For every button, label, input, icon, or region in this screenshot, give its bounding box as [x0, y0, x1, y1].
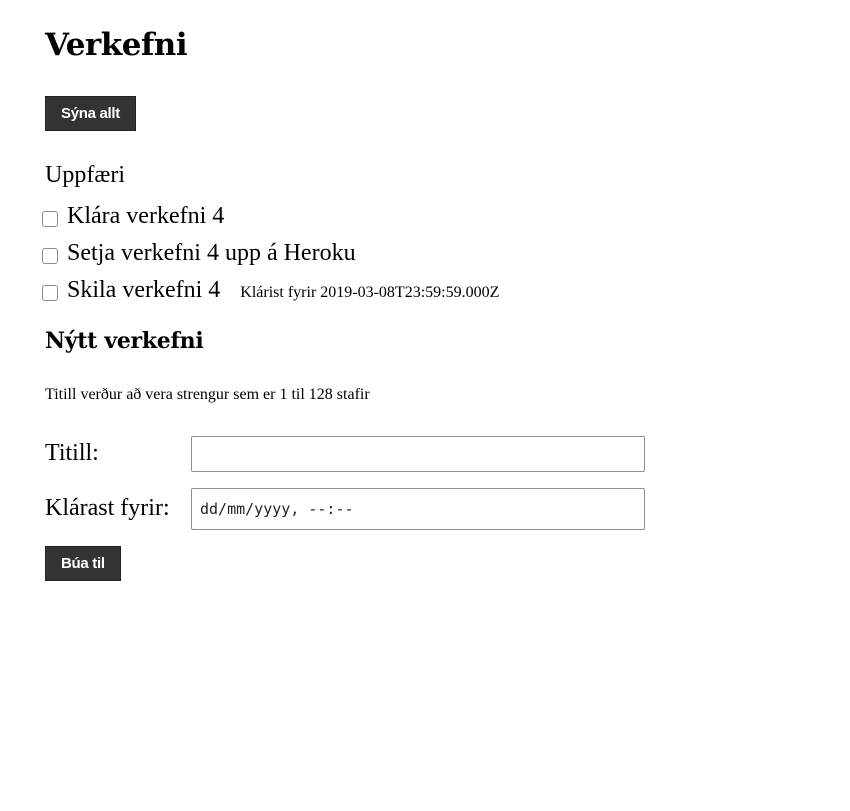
task-due-date: Klárist fyrir 2019-03-08T23:59:59.000Z — [240, 283, 500, 301]
task-checkbox[interactable] — [42, 247, 58, 264]
create-button[interactable]: Búa til — [45, 546, 121, 581]
task-list: Klára verkefni 4 Setja verkefni 4 upp á … — [41, 198, 499, 309]
task-label[interactable]: Setja verkefni 4 upp á Heroku — [67, 240, 356, 267]
page-title: Verkefni — [45, 27, 188, 63]
task-checkbox[interactable] — [42, 284, 58, 301]
show-all-button[interactable]: Sýna allt — [45, 96, 136, 131]
new-task-heading: Nýtt verkefni — [45, 328, 204, 354]
list-item: Skila verkefni 4 Klárist fyrir 2019-03-0… — [41, 272, 499, 309]
due-date-input[interactable]: dd/mm/yyyy, --:-- — [191, 488, 645, 530]
task-label[interactable]: Klára verkefni 4 — [67, 203, 224, 230]
title-input[interactable] — [191, 436, 645, 472]
due-date-label: Klárast fyrir: — [45, 495, 170, 521]
title-label: Titill: — [45, 440, 99, 466]
list-item: Setja verkefni 4 upp á Heroku — [41, 235, 499, 272]
task-checkbox[interactable] — [42, 210, 58, 227]
status-text: Uppfæri — [45, 162, 125, 188]
list-item: Klára verkefni 4 — [41, 198, 499, 235]
task-label[interactable]: Skila verkefni 4 — [67, 277, 220, 304]
title-hint: Titill verður að vera strengur sem er 1 … — [45, 386, 370, 403]
page: Verkefni Sýna allt Uppfæri Klára verkefn… — [0, 0, 850, 811]
